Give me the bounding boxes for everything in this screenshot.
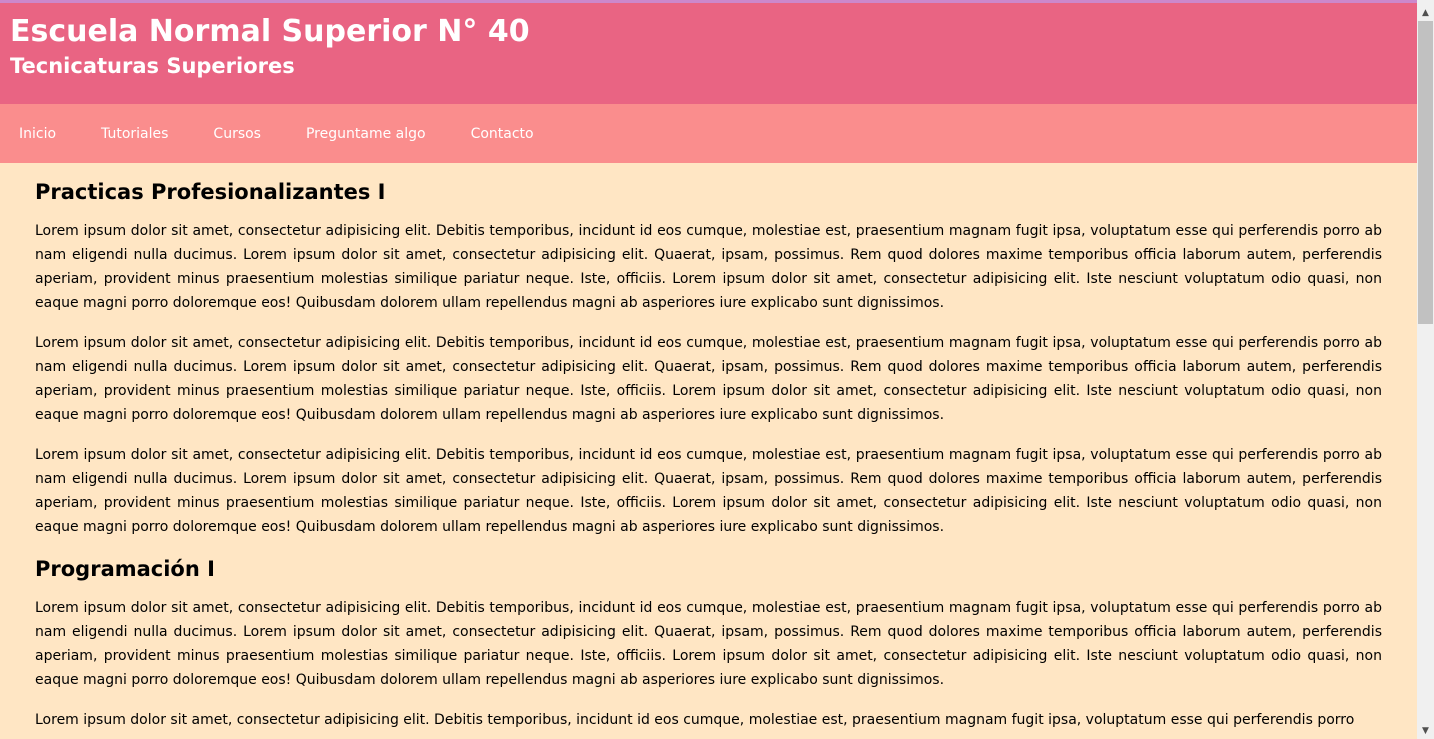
nav-link-contacto[interactable]: Contacto (452, 126, 553, 142)
scroll-down-arrow-icon[interactable]: ▼ (1417, 722, 1434, 739)
nav-link-cursos[interactable]: Cursos (194, 126, 280, 142)
section-practicas: Practicas Profesionalizantes I Lorem ips… (35, 178, 1382, 539)
site-title: Escuela Normal Superior N° 40 (10, 14, 530, 49)
paragraph: Lorem ipsum dolor sit amet, consectetur … (35, 335, 1382, 423)
paragraph: Lorem ipsum dolor sit amet, consectetur … (35, 447, 1382, 535)
scroll-up-arrow-icon[interactable]: ▲ (1417, 4, 1434, 21)
main-nav: Inicio Tutoriales Cursos Preguntame algo… (0, 104, 1417, 163)
site-header: Escuela Normal Superior N° 40 Tecnicatur… (0, 3, 1417, 104)
scroll-thumb[interactable] (1418, 21, 1433, 324)
section-programacion: Programación I Lorem ipsum dolor sit ame… (35, 555, 1382, 732)
page: Escuela Normal Superior N° 40 Tecnicatur… (0, 3, 1417, 739)
paragraph: Lorem ipsum dolor sit amet, consectetur … (35, 712, 1355, 728)
nav-link-inicio[interactable]: Inicio (0, 126, 75, 142)
paragraph: Lorem ipsum dolor sit amet, consectetur … (35, 223, 1382, 311)
section-title: Programación I (35, 557, 215, 581)
nav-link-preguntame-algo[interactable]: Preguntame algo (287, 126, 445, 142)
paragraph: Lorem ipsum dolor sit amet, consectetur … (35, 600, 1382, 688)
nav-link-tutoriales[interactable]: Tutoriales (82, 126, 187, 142)
vertical-scrollbar[interactable]: ▲ ▼ (1417, 0, 1434, 739)
site-subtitle: Tecnicaturas Superiores (10, 54, 295, 78)
main-content: Practicas Profesionalizantes I Lorem ips… (0, 163, 1417, 732)
section-title: Practicas Profesionalizantes I (35, 180, 386, 204)
